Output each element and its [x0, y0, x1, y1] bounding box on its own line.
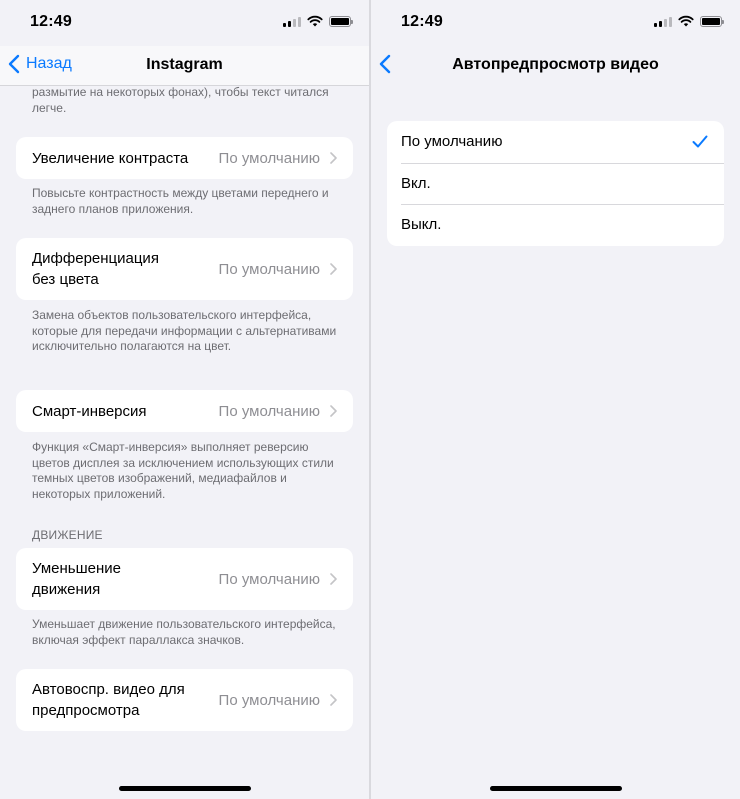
differentiate-footnote: Замена объектов пользовательского интерф…: [32, 308, 337, 354]
home-indicator[interactable]: [489, 786, 622, 791]
status-bar: 12:49: [0, 0, 369, 46]
video-autoplay-row[interactable]: Автовоспр. видео для предпросмотра По ум…: [16, 669, 353, 731]
contrast-footnote: Повысьте контрастность между цветами пер…: [32, 186, 329, 216]
battery-icon: [700, 15, 724, 27]
page-title: Автопредпросмотр видео: [452, 56, 659, 73]
increase-contrast-row[interactable]: Увеличение контраста По умолчанию: [16, 137, 353, 179]
top-footnote: размытие на некоторых фонах), чтобы текс…: [32, 85, 329, 115]
battery-icon: [329, 15, 353, 27]
reduce-motion-value: По умолчанию: [218, 570, 320, 588]
smart-invert-row[interactable]: Смарт-инверсия По умолчанию: [16, 390, 353, 432]
navigation-bar: Назад Instagram: [0, 46, 369, 86]
smart-invert-label: Смарт-инверсия: [32, 402, 147, 420]
status-bar: 12:49: [371, 0, 740, 46]
reduce-motion-group: Уменьшение движения По умолчанию: [16, 548, 353, 610]
reduce-motion-label: Уменьшение движения: [32, 560, 121, 598]
chevron-right-icon: [330, 405, 337, 417]
video-autoplay-group: Автовоспр. видео для предпросмотра По ум…: [16, 669, 353, 731]
increase-contrast-label: Увеличение контраста: [32, 149, 189, 167]
video-autoplay-label: Автовоспр. видео для предпросмотра: [32, 681, 185, 719]
differentiate-group: Дифференциация без цвета По умолчанию: [16, 238, 353, 300]
option-default[interactable]: По умолчанию: [387, 121, 724, 163]
chevron-right-icon: [330, 263, 337, 275]
option-on[interactable]: Вкл.: [387, 162, 724, 205]
page-title: Instagram: [146, 56, 223, 73]
smart-invert-footnote: Функция «Смарт-инверсия» выполняет ревер…: [32, 440, 334, 501]
checkmark-icon: [692, 135, 708, 148]
video-autoplay-screen: 12:49 Автопредпросмотр видео По умолчани…: [371, 0, 740, 799]
autoplay-options-group: По умолчанию Вкл. Выкл.: [387, 121, 724, 246]
chevron-right-icon: [330, 152, 337, 164]
motion-section-header: ДВИЖЕНИЕ: [32, 528, 103, 542]
differentiate-without-color-row[interactable]: Дифференциация без цвета По умолчанию: [16, 238, 353, 300]
option-label: Вкл.: [401, 174, 431, 192]
status-time: 12:49: [401, 13, 443, 30]
cellular-signal-icon: [654, 16, 672, 27]
option-label: Выкл.: [401, 216, 442, 234]
status-icons: [283, 15, 353, 27]
differentiate-without-color-value: По умолчанию: [218, 260, 320, 278]
option-label: По умолчанию: [401, 133, 503, 151]
status-icons: [654, 15, 724, 27]
contrast-group: Увеличение контраста По умолчанию: [16, 137, 353, 179]
chevron-right-icon: [330, 573, 337, 585]
status-time: 12:49: [30, 13, 72, 30]
differentiate-without-color-label: Дифференциация без цвета: [32, 250, 159, 288]
smart-invert-value: По умолчанию: [218, 402, 320, 420]
wifi-icon: [678, 15, 694, 27]
cellular-signal-icon: [283, 16, 301, 27]
increase-contrast-value: По умолчанию: [218, 149, 320, 167]
navigation-bar: Автопредпросмотр видео: [371, 46, 740, 86]
reduce-motion-row[interactable]: Уменьшение движения По умолчанию: [16, 548, 353, 610]
settings-screen-instagram: 12:49 размытие на некоторых фонах), чтоб…: [0, 0, 369, 799]
option-off[interactable]: Выкл.: [387, 204, 724, 246]
video-autoplay-value: По умолчанию: [218, 691, 320, 709]
chevron-right-icon: [330, 694, 337, 706]
wifi-icon: [307, 15, 323, 27]
smart-invert-group: Смарт-инверсия По умолчанию: [16, 390, 353, 432]
home-indicator[interactable]: [118, 786, 251, 791]
reduce-motion-footnote: Уменьшает движение пользовательского инт…: [32, 617, 336, 647]
